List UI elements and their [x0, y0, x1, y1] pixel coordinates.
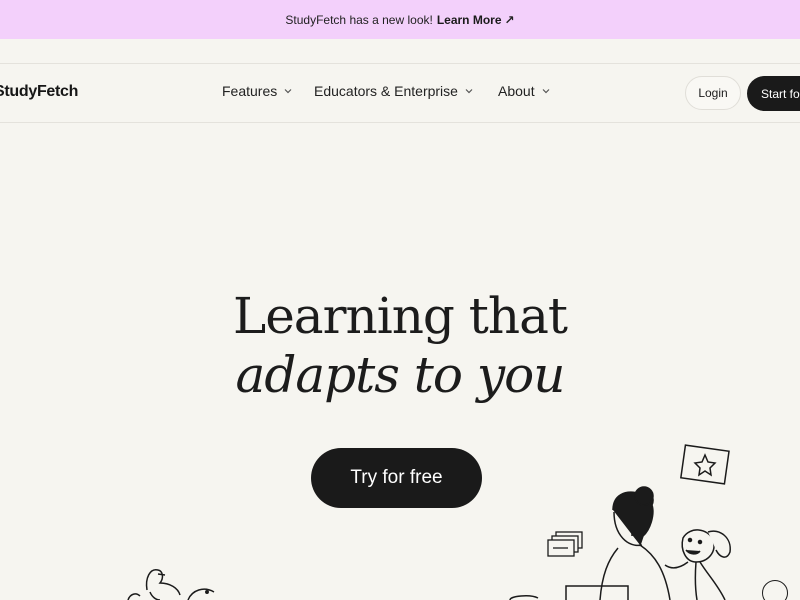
login-button[interactable]: Login — [685, 76, 741, 110]
nav-item-educators-enterprise[interactable]: Educators & Enterprise — [314, 83, 474, 99]
chevron-down-icon — [465, 89, 473, 94]
start-for-free-button[interactable]: Start for free — [747, 76, 800, 111]
person-reading-icon — [599, 486, 671, 600]
stacked-cards-icon — [547, 531, 583, 557]
dog-icon — [664, 529, 731, 600]
learn-more-link[interactable]: Learn More — [437, 13, 502, 27]
nav-item-about[interactable]: About — [498, 83, 551, 99]
hero-heading-line2: adapts to you — [235, 346, 566, 404]
top-navigation: StudyFetch Features Educators & Enterpri… — [0, 63, 800, 123]
nav-item-label: About — [498, 83, 535, 99]
try-for-free-button[interactable]: Try for free — [311, 448, 482, 508]
logo[interactable]: StudyFetch — [0, 83, 78, 101]
laptop-icon — [509, 585, 629, 600]
chevron-down-icon — [542, 89, 550, 94]
chevron-down-icon — [284, 89, 292, 94]
nav-item-label: Educators & Enterprise — [314, 83, 458, 99]
announcement-banner: StudyFetch has a new look! Learn More ↗ — [0, 0, 800, 39]
arrow-up-right-icon: ↗ — [504, 12, 515, 27]
nav-item-label: Features — [222, 83, 278, 99]
nav-item-features[interactable]: Features — [222, 83, 293, 99]
bird-icon — [127, 569, 215, 600]
sound-toggle-button[interactable] — [762, 580, 788, 600]
page: StudyFetch has a new look! Learn More ↗ … — [0, 0, 800, 600]
banner-text: StudyFetch has a new look! — [285, 12, 433, 27]
star-card-icon — [680, 444, 730, 485]
hero-heading-line1: Learning that — [233, 287, 568, 345]
